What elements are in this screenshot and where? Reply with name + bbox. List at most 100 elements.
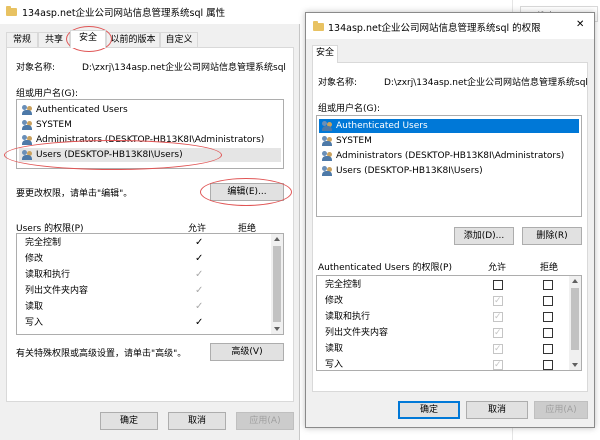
permissions-titlebar: 134asp.net企业公司网站信息管理系统sql 的权限 ✕ — [306, 13, 594, 39]
folder-icon — [6, 6, 17, 16]
permission-name: 读取和执行 — [325, 312, 371, 322]
permission-name: 读取和执行 — [25, 270, 71, 280]
deny-checkbox[interactable] — [543, 296, 553, 306]
user-name: Administrators (DESKTOP-HB13K8I\Administ… — [36, 135, 265, 145]
permission-name: 修改 — [325, 296, 344, 306]
scroll-up-icon[interactable] — [274, 237, 280, 241]
allow-checkbox[interactable]: ✓ — [493, 312, 503, 322]
edit-button[interactable]: 编辑(E)... — [210, 183, 284, 201]
deny-checkbox[interactable] — [543, 344, 553, 354]
permission-name: 列出文件夹内容 — [325, 328, 389, 338]
object-name-value: D:\zxrj\134asp.net企业公司网站信息管理系统sql — [82, 63, 286, 73]
user-name: Administrators (DESKTOP-HB13K8I\Administ… — [336, 151, 565, 161]
allow-checkbox[interactable] — [493, 280, 503, 290]
tab-customize[interactable]: 自定义 — [160, 32, 198, 48]
list-item[interactable]: Users (DESKTOP-HB13K8I\Users) — [19, 148, 281, 162]
permission-name: 写入 — [25, 318, 44, 328]
properties-titlebar: 134asp.net企业公司网站信息管理系统sql 属性 — [0, 0, 300, 24]
table-row: 写入 ✓ — [317, 357, 569, 370]
cancel-button[interactable]: 取消 — [168, 412, 226, 430]
user-group-icon — [322, 166, 333, 176]
check-icon: ✓ — [494, 312, 502, 322]
tab-sharing[interactable]: 共享 — [38, 32, 70, 48]
check-icon: ✓ — [494, 360, 502, 370]
table-row: 完全控制 — [317, 277, 569, 293]
advanced-hint: 有关特殊权限或高级设置，请单击"高级"。 — [16, 349, 187, 359]
list-item[interactable]: Authenticated Users — [319, 119, 579, 133]
user-list[interactable]: Authenticated Users SYSTEM Administrator… — [316, 115, 582, 217]
tab-general[interactable]: 常规 — [6, 32, 38, 48]
apply-button[interactable]: 应用(A) — [534, 401, 588, 419]
list-item[interactable]: Authenticated Users — [19, 103, 281, 117]
user-group-icon — [322, 121, 333, 131]
permissions-dialog: 134asp.net企业公司网站信息管理系统sql 的权限 ✕ 安全 对象名称:… — [305, 12, 595, 428]
table-row: 完全控制 ✓ — [17, 235, 271, 251]
allow-checkbox[interactable]: ✓ — [493, 296, 503, 306]
add-button[interactable]: 添加(D)... — [454, 227, 514, 245]
permissions-label: Authenticated Users 的权限(P) — [318, 263, 452, 273]
check-icon: ✓ — [494, 296, 502, 306]
user-name: Authenticated Users — [36, 105, 128, 115]
permission-name: 修改 — [25, 254, 44, 264]
user-name: Users (DESKTOP-HB13K8I\Users) — [36, 150, 183, 160]
tab-previous-versions[interactable]: 以前的版本 — [106, 32, 160, 48]
cancel-button[interactable]: 取消 — [466, 401, 528, 419]
scroll-up-icon[interactable] — [572, 279, 578, 283]
allow-checkbox[interactable]: ✓ — [493, 344, 503, 354]
allow-checkbox[interactable]: ✓ — [493, 360, 503, 370]
scroll-thumb[interactable] — [571, 288, 579, 350]
allow-checkbox[interactable]: ✓ — [493, 328, 503, 338]
permissions-list: 完全控制 ✓ 修改 ✓ 读取和执行 ✓ 列出文件夹内容 ✓ 读取 ✓ 写入 ✓ — [16, 233, 284, 335]
permissions-scrollbar[interactable] — [569, 276, 581, 370]
list-item[interactable]: Administrators (DESKTOP-HB13K8I\Administ… — [319, 149, 579, 163]
list-item[interactable]: Administrators (DESKTOP-HB13K8I\Administ… — [19, 133, 281, 147]
list-item[interactable]: Users (DESKTOP-HB13K8I\Users) — [319, 164, 579, 178]
tab-security[interactable]: 安全 — [312, 45, 338, 63]
user-group-icon — [22, 135, 33, 145]
ok-button[interactable]: 确定 — [100, 412, 158, 430]
permission-name: 完全控制 — [25, 238, 62, 248]
list-item[interactable]: SYSTEM — [319, 134, 579, 148]
deny-checkbox[interactable] — [543, 312, 553, 322]
table-row: 修改 ✓ — [317, 293, 569, 309]
close-icon[interactable]: ✕ — [576, 19, 584, 30]
list-item[interactable]: SYSTEM — [19, 118, 281, 132]
user-name: Authenticated Users — [336, 121, 428, 131]
user-name: SYSTEM — [336, 136, 372, 146]
scroll-down-icon[interactable] — [572, 363, 578, 367]
object-name-label: 对象名称: — [16, 63, 56, 73]
permissions-title: 134asp.net企业公司网站信息管理系统sql 的权限 — [328, 23, 541, 34]
properties-title: 134asp.net企业公司网站信息管理系统sql 属性 — [22, 8, 226, 19]
ok-button[interactable]: 确定 — [398, 401, 460, 419]
deny-checkbox[interactable] — [543, 280, 553, 290]
advanced-button[interactable]: 高级(V) — [210, 343, 284, 361]
user-name: Users (DESKTOP-HB13K8I\Users) — [336, 166, 483, 176]
deny-checkbox[interactable] — [543, 328, 553, 338]
permissions-scrollbar[interactable] — [271, 234, 283, 334]
deny-checkbox[interactable] — [543, 360, 553, 370]
table-row: 修改 ✓ — [17, 251, 271, 267]
remove-button[interactable]: 删除(R) — [522, 227, 582, 245]
permission-name: 完全控制 — [325, 280, 362, 290]
properties-dialog: 134asp.net企业公司网站信息管理系统sql 属性 常规 共享 安全 以前… — [0, 0, 300, 440]
table-row: 读取 ✓ — [17, 299, 271, 315]
tab-security[interactable]: 安全 — [70, 30, 106, 48]
user-group-icon — [322, 151, 333, 161]
allow-check-icon: ✓ — [195, 285, 204, 296]
apply-button[interactable]: 应用(A) — [236, 412, 294, 430]
allow-check-icon: ✓ — [195, 269, 204, 280]
permission-name: 读取 — [325, 344, 344, 354]
user-group-icon — [22, 150, 33, 160]
table-row: 列出文件夹内容 ✓ — [317, 325, 569, 341]
scroll-down-icon[interactable] — [274, 327, 280, 331]
table-row: 读取 ✓ — [317, 341, 569, 357]
table-row: 写入 ✓ — [17, 315, 271, 331]
allow-check-icon: ✓ — [195, 253, 204, 264]
user-group-icon — [22, 105, 33, 115]
group-label: 组或用户名(G): — [318, 104, 381, 114]
table-row: 读取和执行 ✓ — [17, 267, 271, 283]
check-icon: ✓ — [494, 344, 502, 354]
user-list[interactable]: Authenticated Users SYSTEM Administrator… — [16, 99, 284, 169]
scroll-thumb[interactable] — [273, 246, 281, 322]
user-group-icon — [22, 120, 33, 130]
